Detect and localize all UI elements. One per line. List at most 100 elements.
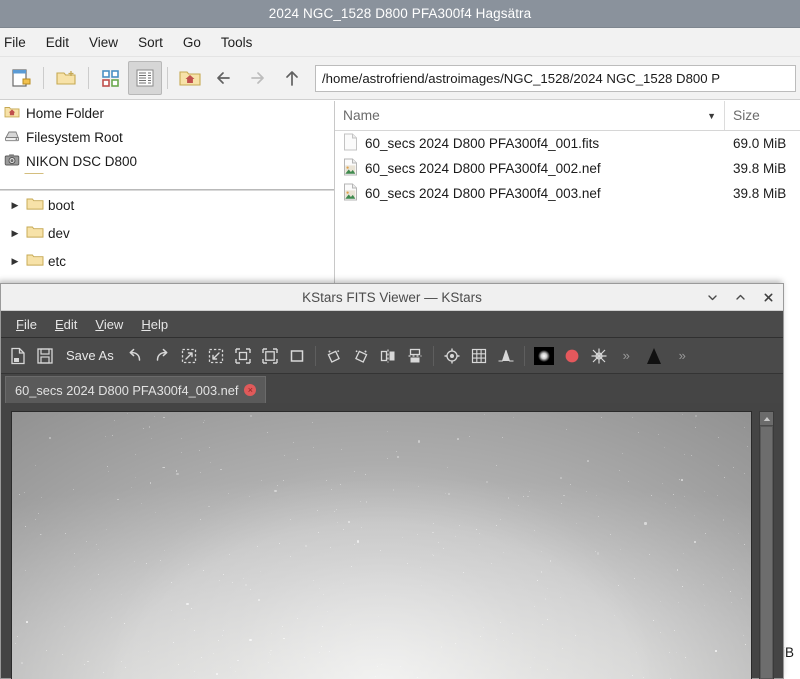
folder-icon — [26, 196, 44, 214]
zoom-default-button[interactable] — [230, 342, 256, 370]
sidebar-item-nikon-dsc-d800[interactable]: NIKON DSC D800 — [0, 149, 334, 173]
zoom-out-button[interactable] — [203, 342, 229, 370]
table-row[interactable]: 60_secs 2024 D800 PFA300f4_002.nef 39.8 … — [335, 156, 800, 181]
scrollbar-thumb[interactable] — [761, 427, 772, 678]
fits-image-frame[interactable] — [11, 411, 752, 679]
sidebar-item-label: NIKON DSC D800 — [26, 153, 138, 169]
table-row[interactable]: 60_secs 2024 D800 PFA300f4_001.fits 69.0… — [335, 131, 800, 156]
save-as-button[interactable]: Save As — [59, 342, 121, 370]
tree-item-label: etc — [48, 253, 67, 269]
file-name-cell: 60_secs 2024 D800 PFA300f4_001.fits — [335, 133, 725, 154]
flip-horizontal-button[interactable] — [375, 342, 401, 370]
vertical-scrollbar[interactable] — [759, 411, 774, 679]
zoom-in-button[interactable] — [176, 342, 202, 370]
tree-item-dev[interactable]: ▶ dev — [0, 219, 334, 247]
star-detect-icon[interactable] — [586, 342, 612, 370]
sort-descending-icon[interactable]: ▼ — [707, 111, 716, 121]
fits-viewer-menubar: File Edit View Help — [1, 311, 783, 338]
column-header-name[interactable]: Name ▼ — [335, 101, 725, 130]
kv-menu-file[interactable]: File — [7, 314, 46, 335]
list-view-button[interactable] — [128, 61, 162, 95]
chevron-right-icon[interactable]: ▶ — [8, 228, 22, 238]
drive-icon — [4, 128, 20, 147]
kv-menu-help[interactable]: Help — [132, 314, 177, 335]
rotate-ccw-button[interactable] — [321, 342, 347, 370]
tree-item-boot[interactable]: ▶ boot — [0, 191, 334, 219]
file-manager-menubar: File Edit View Sort Go Tools — [0, 28, 800, 57]
up-button[interactable] — [275, 61, 309, 95]
file-size-cell: 39.8 MiB — [733, 161, 787, 176]
icon-view-button[interactable] — [94, 61, 128, 95]
file-manager-title: 2024 NGC_1528 D800 PFA300f4 Hagsätra — [268, 6, 532, 21]
tab-fits-image[interactable]: 60_secs 2024 D800 PFA300f4_003.nef × — [5, 376, 267, 403]
mountain-icon[interactable] — [640, 342, 668, 370]
column-header-size[interactable]: Size — [725, 101, 800, 130]
path-input[interactable]: /home/astrofriend/astroimages/NGC_1528/2… — [315, 64, 796, 92]
clipped-size-text: iB — [782, 640, 800, 664]
zoom-actual-button[interactable] — [284, 342, 310, 370]
menu-file[interactable]: File — [0, 32, 36, 53]
fits-viewer-title: KStars FITS Viewer — KStars — [302, 289, 482, 305]
clipped-tree-row — [0, 173, 334, 185]
kv-menu-edit[interactable]: Edit — [46, 314, 86, 335]
home-button[interactable] — [173, 61, 207, 95]
close-button[interactable] — [759, 288, 777, 306]
menu-edit[interactable]: Edit — [36, 32, 79, 53]
toolbar-overflow-left[interactable]: » — [613, 342, 639, 370]
crosshair-button[interactable] — [439, 342, 465, 370]
toolbar-overflow-right[interactable]: » — [669, 342, 695, 370]
open-file-button[interactable] — [5, 342, 31, 370]
new-folder-button[interactable] — [49, 61, 83, 95]
image-file-icon — [343, 183, 358, 204]
file-manager-toolbar: /home/astrofriend/astroimages/NGC_1528/2… — [0, 57, 800, 100]
sidebar-item-filesystem-root[interactable]: Filesystem Root — [0, 125, 334, 149]
red-dot-icon[interactable] — [559, 342, 585, 370]
histogram-button[interactable] — [493, 342, 519, 370]
minimize-button[interactable] — [703, 288, 721, 306]
chevron-right-icon[interactable]: ▶ — [8, 256, 22, 266]
tab-label: 60_secs 2024 D800 PFA300f4_003.nef — [15, 382, 239, 398]
undo-button[interactable] — [122, 342, 148, 370]
kv-menu-view[interactable]: View — [86, 314, 132, 335]
zoom-fit-button[interactable] — [257, 342, 283, 370]
forward-button[interactable] — [241, 61, 275, 95]
file-name-cell: 60_secs 2024 D800 PFA300f4_003.nef — [335, 183, 725, 204]
toolbar-separator — [432, 345, 434, 366]
fits-viewer-tabbar: 60_secs 2024 D800 PFA300f4_003.nef × — [1, 374, 783, 403]
column-header-name-label: Name — [343, 108, 380, 123]
grid-button[interactable] — [466, 342, 492, 370]
menu-sort[interactable]: Sort — [128, 32, 173, 53]
file-name-label: 60_secs 2024 D800 PFA300f4_001.fits — [365, 136, 600, 151]
file-name-cell: 60_secs 2024 D800 PFA300f4_002.nef — [335, 158, 725, 179]
flip-vertical-button[interactable] — [402, 342, 428, 370]
back-button[interactable] — [207, 61, 241, 95]
save-button[interactable] — [32, 342, 58, 370]
redo-button[interactable] — [149, 342, 175, 370]
home-folder-icon — [4, 104, 20, 123]
fits-viewer-window: KStars FITS Viewer — KStars File Edit Vi… — [0, 283, 784, 679]
chevron-right-icon[interactable]: ▶ — [8, 200, 22, 210]
screen: 2024 NGC_1528 D800 PFA300f4 Hagsätra Fil… — [0, 0, 800, 679]
scroll-up-arrow-icon[interactable] — [760, 412, 773, 426]
file-name-label: 60_secs 2024 D800 PFA300f4_002.nef — [365, 161, 601, 176]
folder-icon — [26, 224, 44, 242]
menu-view[interactable]: View — [79, 32, 128, 53]
tree-item-label: dev — [48, 225, 70, 241]
maximize-button[interactable] — [731, 288, 749, 306]
rotate-cw-button[interactable] — [348, 342, 374, 370]
fits-viewer-toolbar: Save As » » — [1, 338, 783, 374]
menu-go[interactable]: Go — [173, 32, 211, 53]
tab-close-icon[interactable]: × — [244, 384, 257, 396]
fits-image-viewport[interactable] — [1, 403, 783, 679]
menu-tools[interactable]: Tools — [211, 32, 263, 53]
new-tab-button[interactable] — [4, 61, 38, 95]
sidebar-item-label: Home Folder — [26, 105, 105, 121]
sidebar-item-home-folder[interactable]: Home Folder — [0, 101, 334, 125]
image-file-icon — [343, 158, 358, 179]
table-row[interactable]: 60_secs 2024 D800 PFA300f4_003.nef 39.8 … — [335, 181, 800, 206]
window-controls — [703, 288, 777, 306]
star-profile-button[interactable] — [530, 342, 558, 370]
tree-item-etc[interactable]: ▶ etc — [0, 247, 334, 275]
column-header-size-label: Size — [733, 108, 760, 123]
file-size-cell: 39.8 MiB — [733, 186, 787, 201]
